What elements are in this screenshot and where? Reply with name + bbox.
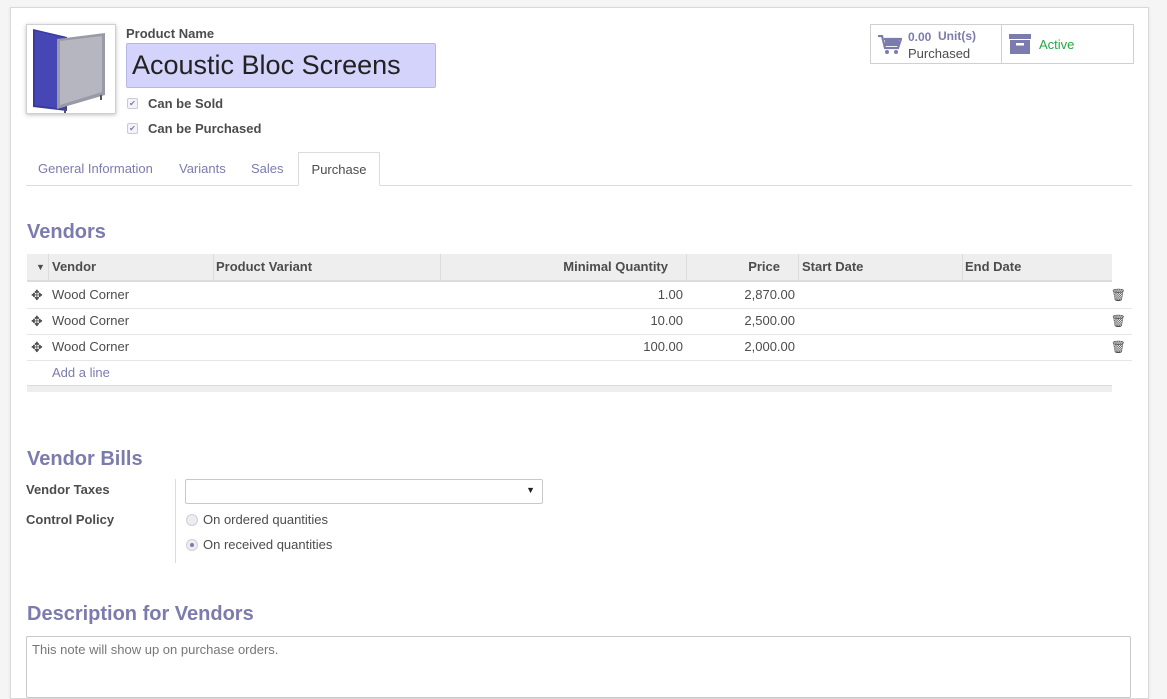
col-product-variant[interactable]: Product Variant bbox=[216, 254, 312, 280]
cell-price[interactable]: 2,870.00 bbox=[744, 282, 795, 308]
col-end-date[interactable]: End Date bbox=[965, 254, 1021, 280]
tab-general-information[interactable]: General Information bbox=[38, 152, 153, 185]
cart-icon bbox=[878, 35, 902, 54]
purchased-unit: Unit(s) bbox=[938, 29, 976, 43]
active-toggle-button[interactable]: Active bbox=[1002, 25, 1133, 63]
radio-ordered-label[interactable]: On ordered quantities bbox=[203, 512, 328, 527]
smart-buttons: 0.00 Unit(s) Purchased Active bbox=[870, 24, 1134, 64]
purchased-smart-button[interactable]: 0.00 Unit(s) Purchased bbox=[871, 25, 1001, 63]
collapse-caret-icon[interactable]: ▼ bbox=[36, 254, 45, 280]
trash-icon[interactable]: 🗑 bbox=[1111, 282, 1126, 308]
notebook-tabs: General Information Variants Sales Purch… bbox=[26, 152, 1132, 186]
radio-received[interactable] bbox=[186, 539, 198, 551]
vendors-table-header: ▼ Vendor Product Variant Minimal Quantit… bbox=[27, 254, 1112, 282]
tab-variants[interactable]: Variants bbox=[179, 152, 226, 185]
table-row[interactable]: ✥ Wood Corner 100.00 2,000.00 🗑 bbox=[27, 334, 1132, 361]
form-sheet: Product Name Acoustic Bloc Screens ✔ Can… bbox=[10, 7, 1149, 699]
cell-vendor[interactable]: Wood Corner bbox=[52, 334, 129, 360]
drag-handle-icon[interactable]: ✥ bbox=[31, 308, 43, 334]
drag-handle-icon[interactable]: ✥ bbox=[31, 334, 43, 360]
cell-price[interactable]: 2,500.00 bbox=[744, 308, 795, 334]
can-be-sold-checkbox[interactable]: ✔ bbox=[127, 98, 138, 109]
col-start-date[interactable]: Start Date bbox=[802, 254, 863, 280]
can-be-purchased-label: Can be Purchased bbox=[148, 121, 262, 136]
description-placeholder: This note will show up on purchase order… bbox=[32, 642, 279, 657]
product-name-input[interactable]: Acoustic Bloc Screens bbox=[126, 43, 436, 88]
cell-min-qty[interactable]: 1.00 bbox=[658, 282, 683, 308]
drag-handle-icon[interactable]: ✥ bbox=[31, 282, 43, 308]
table-row[interactable]: ✥ Wood Corner 1.00 2,870.00 🗑 bbox=[27, 282, 1132, 309]
cell-min-qty[interactable]: 100.00 bbox=[643, 334, 683, 360]
col-price[interactable]: Price bbox=[748, 254, 780, 280]
vendors-title: Vendors bbox=[27, 221, 106, 243]
product-name-label: Product Name bbox=[126, 26, 215, 41]
can-be-purchased-checkbox[interactable]: ✔ bbox=[127, 123, 138, 134]
trash-icon[interactable]: 🗑 bbox=[1111, 334, 1126, 360]
vendor-taxes-select[interactable]: ▼ bbox=[185, 479, 543, 504]
cell-vendor[interactable]: Wood Corner bbox=[52, 308, 129, 334]
control-policy-label: Control Policy bbox=[26, 512, 115, 527]
product-image[interactable] bbox=[26, 24, 116, 114]
vendor-taxes-label: Vendor Taxes bbox=[26, 482, 110, 497]
cell-min-qty[interactable]: 10.00 bbox=[650, 308, 683, 334]
radio-ordered[interactable] bbox=[186, 514, 198, 526]
description-title: Description for Vendors bbox=[27, 603, 254, 625]
cell-price[interactable]: 2,000.00 bbox=[744, 334, 795, 360]
archive-icon bbox=[1009, 34, 1031, 54]
tab-purchase[interactable]: Purchase bbox=[298, 152, 380, 186]
vendor-bills-title: Vendor Bills bbox=[27, 448, 143, 470]
tab-sales[interactable]: Sales bbox=[251, 152, 284, 185]
trash-icon[interactable]: 🗑 bbox=[1111, 308, 1126, 334]
table-footer bbox=[27, 385, 1112, 392]
col-minimal-quantity[interactable]: Minimal Quantity bbox=[563, 254, 668, 280]
radio-received-label[interactable]: On received quantities bbox=[203, 537, 332, 552]
cell-vendor[interactable]: Wood Corner bbox=[52, 282, 129, 308]
purchased-value: 0.00 bbox=[908, 30, 932, 44]
vendor-description-textarea[interactable]: This note will show up on purchase order… bbox=[26, 636, 1131, 698]
purchased-label: Purchased bbox=[908, 46, 971, 61]
chevron-down-icon: ▼ bbox=[526, 485, 535, 495]
col-vendor[interactable]: Vendor bbox=[52, 254, 96, 280]
field-separator bbox=[175, 479, 176, 563]
can-be-sold-label: Can be Sold bbox=[148, 96, 224, 111]
table-row[interactable]: ✥ Wood Corner 10.00 2,500.00 🗑 bbox=[27, 308, 1132, 335]
active-label: Active bbox=[1039, 37, 1075, 52]
add-a-line-link[interactable]: Add a line bbox=[52, 365, 110, 380]
